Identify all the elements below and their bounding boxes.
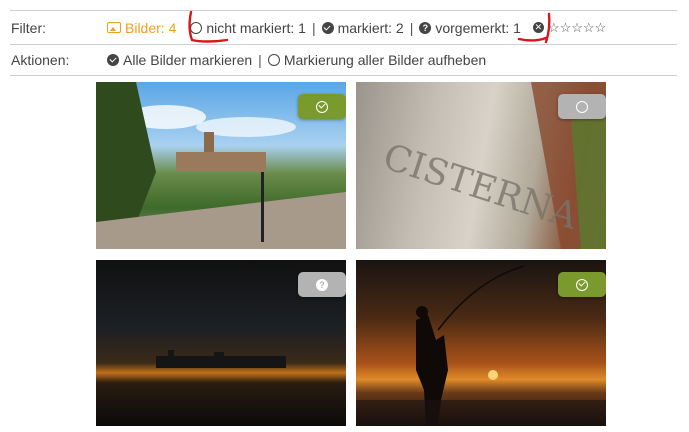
circle-icon xyxy=(267,54,280,66)
image-card[interactable]: ? xyxy=(96,260,346,426)
x-circle-icon[interactable]: ✕ xyxy=(532,22,544,33)
filter-row: Filter: Bilder: 4 nicht markiert: 1 | ma… xyxy=(10,10,677,44)
image-icon xyxy=(107,22,121,33)
circle-icon xyxy=(190,21,203,34)
unmark-all-button[interactable]: Markierung aller Bilder aufheben xyxy=(267,52,487,68)
rating-stars[interactable]: ☆☆☆☆☆ xyxy=(548,20,606,36)
filter-label: Filter: xyxy=(11,19,46,36)
filter-reserved-label: vorgemerkt: 1 xyxy=(435,19,521,36)
filter-unmarked-label: nicht markiert: 1 xyxy=(206,19,306,36)
image-card[interactable] xyxy=(96,82,346,249)
separator: | xyxy=(311,19,316,36)
separator: | xyxy=(409,19,414,36)
filter-marked[interactable]: markiert: 2 xyxy=(321,19,404,36)
filter-all-label: Bilder: 4 xyxy=(125,19,177,36)
check-circle-icon xyxy=(316,100,328,113)
check-circle-icon xyxy=(576,278,588,291)
check-circle-icon xyxy=(321,21,334,34)
question-circle-icon: ? xyxy=(316,278,328,291)
filter-all-images[interactable]: Bilder: 4 xyxy=(107,20,176,36)
mark-all-button[interactable]: Alle Bilder markieren xyxy=(107,52,252,68)
image-card[interactable] xyxy=(356,260,606,426)
unmark-all-label: Markierung aller Bilder aufheben xyxy=(283,52,487,68)
actions-row: Aktionen: Alle Bilder markieren | Markie… xyxy=(10,44,677,76)
circle-icon xyxy=(576,100,588,113)
reserved-badge[interactable]: ? xyxy=(298,272,346,297)
filter-marked-label: markiert: 2 xyxy=(337,19,404,36)
mark-all-label: Alle Bilder markieren xyxy=(123,52,253,68)
separator: | xyxy=(258,52,262,68)
image-card[interactable]: CISTERNA xyxy=(356,82,606,249)
marked-badge[interactable] xyxy=(558,272,606,297)
filter-reserved[interactable]: ? vorgemerkt: 1 xyxy=(419,20,521,36)
action-items: Alle Bilder markieren | Markierung aller… xyxy=(107,52,486,68)
filter-items: Bilder: 4 nicht markiert: 1 | markiert: … xyxy=(107,20,606,36)
actions-label: Aktionen: xyxy=(11,52,70,68)
check-circle-icon xyxy=(107,54,119,66)
question-circle-icon: ? xyxy=(419,21,432,34)
marked-badge[interactable] xyxy=(298,94,346,119)
filter-unmarked[interactable]: nicht markiert: 1 xyxy=(190,20,306,36)
unmarked-badge[interactable] xyxy=(558,94,606,119)
